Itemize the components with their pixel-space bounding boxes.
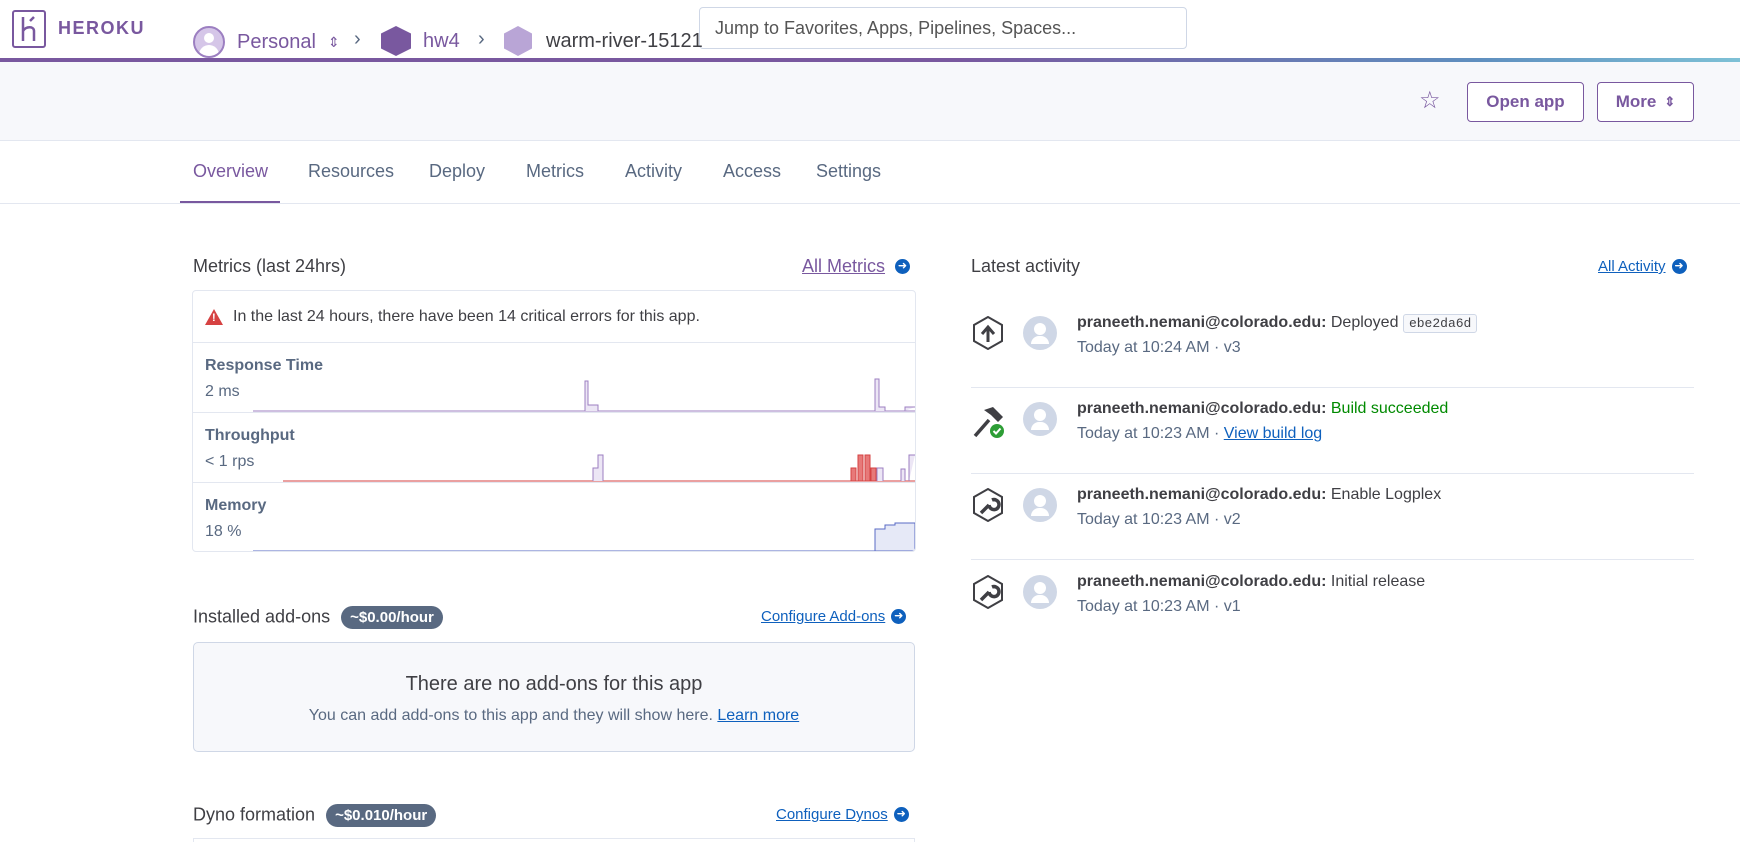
dynos-panel xyxy=(193,838,915,842)
addons-title: Installed add-ons ~$0.00/hour xyxy=(193,606,443,629)
breadcrumb-account[interactable]: Personal ⇕ xyxy=(193,26,340,58)
warning-icon: ! xyxy=(205,308,223,325)
activity-time: Today at 10:23 AM · v2 xyxy=(1077,511,1241,528)
app-tabs: Overview Resources Deploy Metrics Activi… xyxy=(0,141,1740,204)
configure-dynos-label[interactable]: Configure Dynos xyxy=(776,806,888,823)
all-activity-link[interactable]: All Activity ➜ xyxy=(1598,258,1687,275)
heroku-logo-icon[interactable] xyxy=(12,10,46,48)
user-avatar xyxy=(1023,402,1057,436)
account-avatar-icon xyxy=(193,26,225,58)
arrow-circle-icon: ➜ xyxy=(891,609,907,624)
activity-user: praneeth.nemani@colorado.edu: xyxy=(1077,573,1327,590)
breadcrumb-app[interactable]: warm-river-15121 xyxy=(504,26,703,56)
configure-addons-link[interactable]: Configure Add-ons ➜ xyxy=(761,608,907,625)
tab-resources[interactable]: Resources xyxy=(308,161,394,182)
metric-memory[interactable]: Memory 18 % xyxy=(193,483,915,551)
breadcrumb-pipeline-label: hw4 xyxy=(423,29,460,52)
breadcrumb-account-label: Personal xyxy=(237,30,316,53)
activity-action: Initial release xyxy=(1330,573,1426,590)
critical-errors-alert: ! In the last 24 hours, there have been … xyxy=(193,291,915,343)
activity-text: praneeth.nemani@colorado.edu: Initial re… xyxy=(1077,573,1425,591)
all-metrics-label[interactable]: All Metrics xyxy=(802,256,885,277)
metric-throughput[interactable]: Throughput < 1 rps xyxy=(193,413,915,483)
search-input[interactable] xyxy=(699,7,1187,49)
metrics-title: Metrics (last 24hrs) xyxy=(193,256,347,276)
addons-empty-text: You can add add-ons to this app and they… xyxy=(194,707,914,725)
configure-dynos-link[interactable]: Configure Dynos ➜ xyxy=(776,806,909,823)
open-app-button[interactable]: Open app xyxy=(1467,82,1584,122)
dynos-title-label: Dyno formation xyxy=(193,804,316,825)
activity-text: praneeth.nemani@colorado.edu: Enable Log… xyxy=(1077,486,1441,504)
arrow-circle-icon: ➜ xyxy=(893,807,909,822)
alert-text: In the last 24 hours, there have been 14… xyxy=(233,307,700,325)
activity-text: praneeth.nemani@colorado.edu: Deployed e… xyxy=(1077,314,1478,333)
breadcrumb-pipeline[interactable]: hw4 xyxy=(381,26,460,56)
activity-user: praneeth.nemani@colorado.edu: xyxy=(1077,486,1327,503)
tab-settings[interactable]: Settings xyxy=(816,161,881,182)
addons-empty-body: You can add add-ons to this app and they… xyxy=(308,707,713,724)
tab-access[interactable]: Access xyxy=(723,161,781,182)
activity-title: Latest activity xyxy=(971,256,1081,276)
app-hexagon-icon xyxy=(504,26,532,56)
favorite-star-icon[interactable]: ☆ xyxy=(1419,86,1441,115)
metric-response-time[interactable]: Response Time 2 ms xyxy=(193,343,915,413)
commit-sha-badge[interactable]: ebe2da6d xyxy=(1402,314,1478,333)
all-activity-label[interactable]: All Activity xyxy=(1598,258,1666,275)
activity-item: praneeth.nemani@colorado.edu: Initial re… xyxy=(971,561,1694,647)
addons-empty-state: There are no add-ons for this app You ca… xyxy=(193,642,915,752)
throughput-sparkline xyxy=(283,454,915,482)
user-avatar xyxy=(1023,575,1057,609)
activity-item: praneeth.nemani@colorado.edu: Build succ… xyxy=(971,388,1694,474)
wrench-icon xyxy=(973,488,1003,522)
activity-time: Today at 10:23 AM · v1 xyxy=(1077,598,1241,615)
breadcrumb-app-label: warm-river-15121 xyxy=(546,29,703,52)
arrow-circle-icon: ➜ xyxy=(895,259,911,274)
addons-price-badge: ~$0.00/hour xyxy=(341,606,443,629)
dynos-price-badge: ~$0.010/hour xyxy=(326,804,437,827)
user-avatar xyxy=(1023,316,1057,350)
more-button-label: More xyxy=(1615,92,1657,111)
all-metrics-link[interactable]: All Metrics ➜ xyxy=(802,256,911,277)
chevron-updown-icon: ⇕ xyxy=(327,33,340,50)
more-button[interactable]: More ⇕ xyxy=(1597,82,1694,122)
deploy-arrow-icon xyxy=(973,316,1003,350)
active-tab-indicator xyxy=(180,201,280,203)
activity-item: praneeth.nemani@colorado.edu: Enable Log… xyxy=(971,474,1694,560)
dynos-title: Dyno formation ~$0.010/hour xyxy=(193,804,437,827)
activity-action: Enable Logplex xyxy=(1330,486,1442,503)
activity-user: praneeth.nemani@colorado.edu: xyxy=(1077,314,1327,331)
activity-action: Deployed xyxy=(1330,314,1399,331)
configure-addons-label[interactable]: Configure Add-ons xyxy=(761,608,885,625)
tab-deploy[interactable]: Deploy xyxy=(429,161,485,182)
addons-title-label: Installed add-ons xyxy=(193,606,331,627)
pipeline-icon xyxy=(381,26,411,56)
view-build-log-link[interactable]: View build log xyxy=(1224,425,1322,442)
user-avatar xyxy=(1023,488,1057,522)
activity-time: Today at 10:24 AM · v3 xyxy=(1077,339,1241,356)
arrow-circle-icon: ➜ xyxy=(1671,259,1687,274)
tab-metrics[interactable]: Metrics xyxy=(526,161,584,182)
activity-user: praneeth.nemani@colorado.edu: xyxy=(1077,400,1327,417)
metrics-panel: ! In the last 24 hours, there have been … xyxy=(192,290,916,552)
learn-more-link[interactable]: Learn more xyxy=(717,707,799,724)
wrench-icon xyxy=(973,575,1003,609)
chevron-updown-icon: ⇕ xyxy=(1664,94,1676,109)
response-time-sparkline xyxy=(253,378,915,412)
brand-name[interactable]: HEROKU xyxy=(58,18,145,39)
build-hammer-icon xyxy=(973,407,1004,438)
tab-overview[interactable]: Overview xyxy=(193,161,268,182)
activity-action: Build succeeded xyxy=(1330,400,1449,417)
chevron-right-icon: › xyxy=(354,28,361,50)
chevron-right-icon: › xyxy=(478,28,485,50)
tab-activity[interactable]: Activity xyxy=(625,161,682,182)
activity-time-label: Today at 10:23 AM · xyxy=(1077,425,1224,442)
activity-item: praneeth.nemani@colorado.edu: Deployed e… xyxy=(971,302,1694,388)
addons-empty-title: There are no add-ons for this app xyxy=(405,673,703,695)
activity-time: Today at 10:23 AM · View build log xyxy=(1077,425,1322,443)
activity-text: praneeth.nemani@colorado.edu: Build succ… xyxy=(1077,400,1448,418)
memory-sparkline xyxy=(253,522,915,551)
